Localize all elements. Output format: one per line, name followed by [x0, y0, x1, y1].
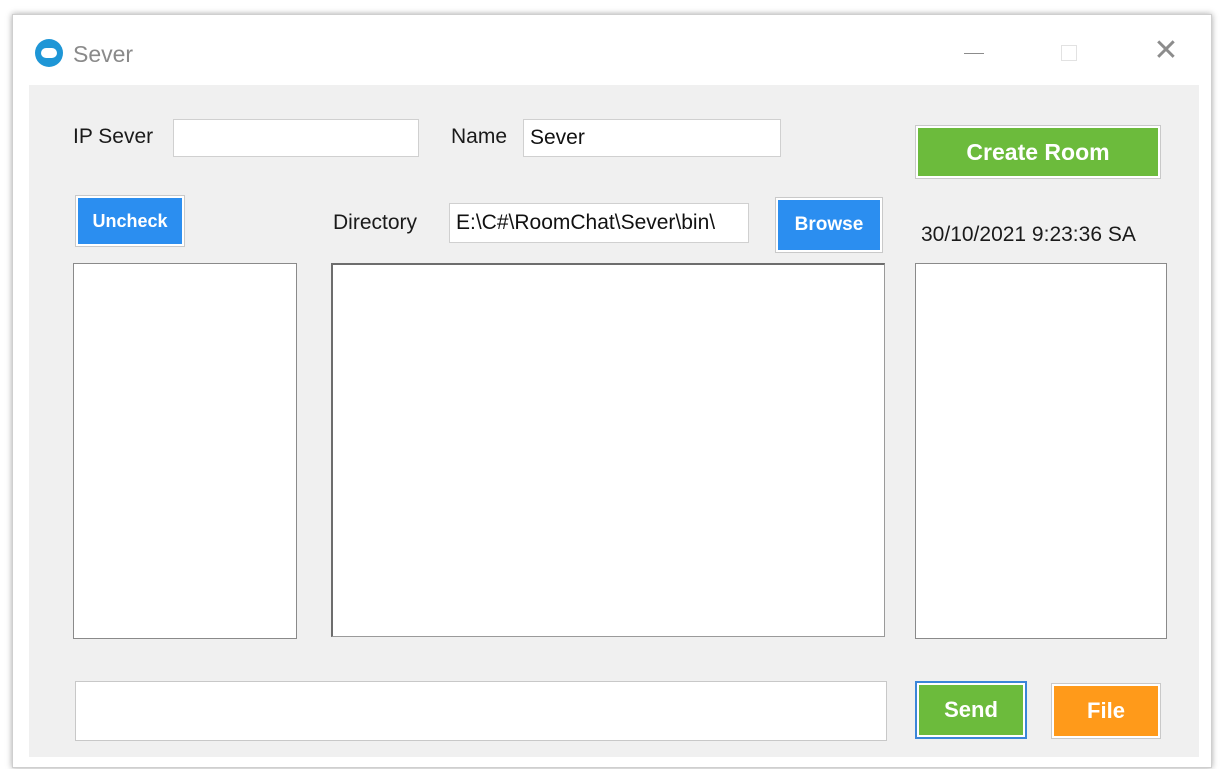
- title-bar: Sever ✕: [13, 15, 1211, 85]
- file-button-frame: File: [1051, 683, 1161, 739]
- uncheck-button[interactable]: Uncheck: [78, 198, 182, 244]
- directory-label: Directory: [333, 211, 418, 234]
- client-checklist[interactable]: [73, 263, 297, 639]
- window-title: Sever: [73, 41, 134, 67]
- form-client-area: IP Sever Name Create Room Uncheck Direct…: [29, 85, 1199, 757]
- file-list-box[interactable]: [915, 263, 1167, 639]
- chat-message-box[interactable]: [331, 263, 885, 637]
- uncheck-button-frame: Uncheck: [75, 195, 185, 247]
- name-label: Name: [451, 125, 508, 148]
- name-input[interactable]: [523, 119, 781, 157]
- ip-sever-input[interactable]: [173, 119, 419, 157]
- minimize-icon[interactable]: [948, 29, 1002, 73]
- send-button-frame: Send: [915, 681, 1027, 739]
- browse-button[interactable]: Browse: [778, 200, 880, 250]
- file-button[interactable]: File: [1054, 686, 1158, 736]
- directory-input[interactable]: [449, 203, 749, 243]
- server-window: Sever ✕ IP Sever Name Create Room Unchec…: [12, 14, 1212, 768]
- create-room-button-frame: Create Room: [915, 125, 1161, 179]
- message-input[interactable]: [75, 681, 887, 741]
- timestamp-label: 30/10/2021 9:23:36 SA: [921, 223, 1136, 246]
- chat-bubble-icon: [35, 39, 63, 67]
- close-icon[interactable]: ✕: [1139, 29, 1193, 73]
- create-room-button[interactable]: Create Room: [918, 128, 1158, 176]
- ip-sever-label: IP Sever: [73, 125, 154, 148]
- send-button[interactable]: Send: [919, 685, 1023, 735]
- browse-button-frame: Browse: [775, 197, 883, 253]
- maximize-icon: [1043, 29, 1097, 73]
